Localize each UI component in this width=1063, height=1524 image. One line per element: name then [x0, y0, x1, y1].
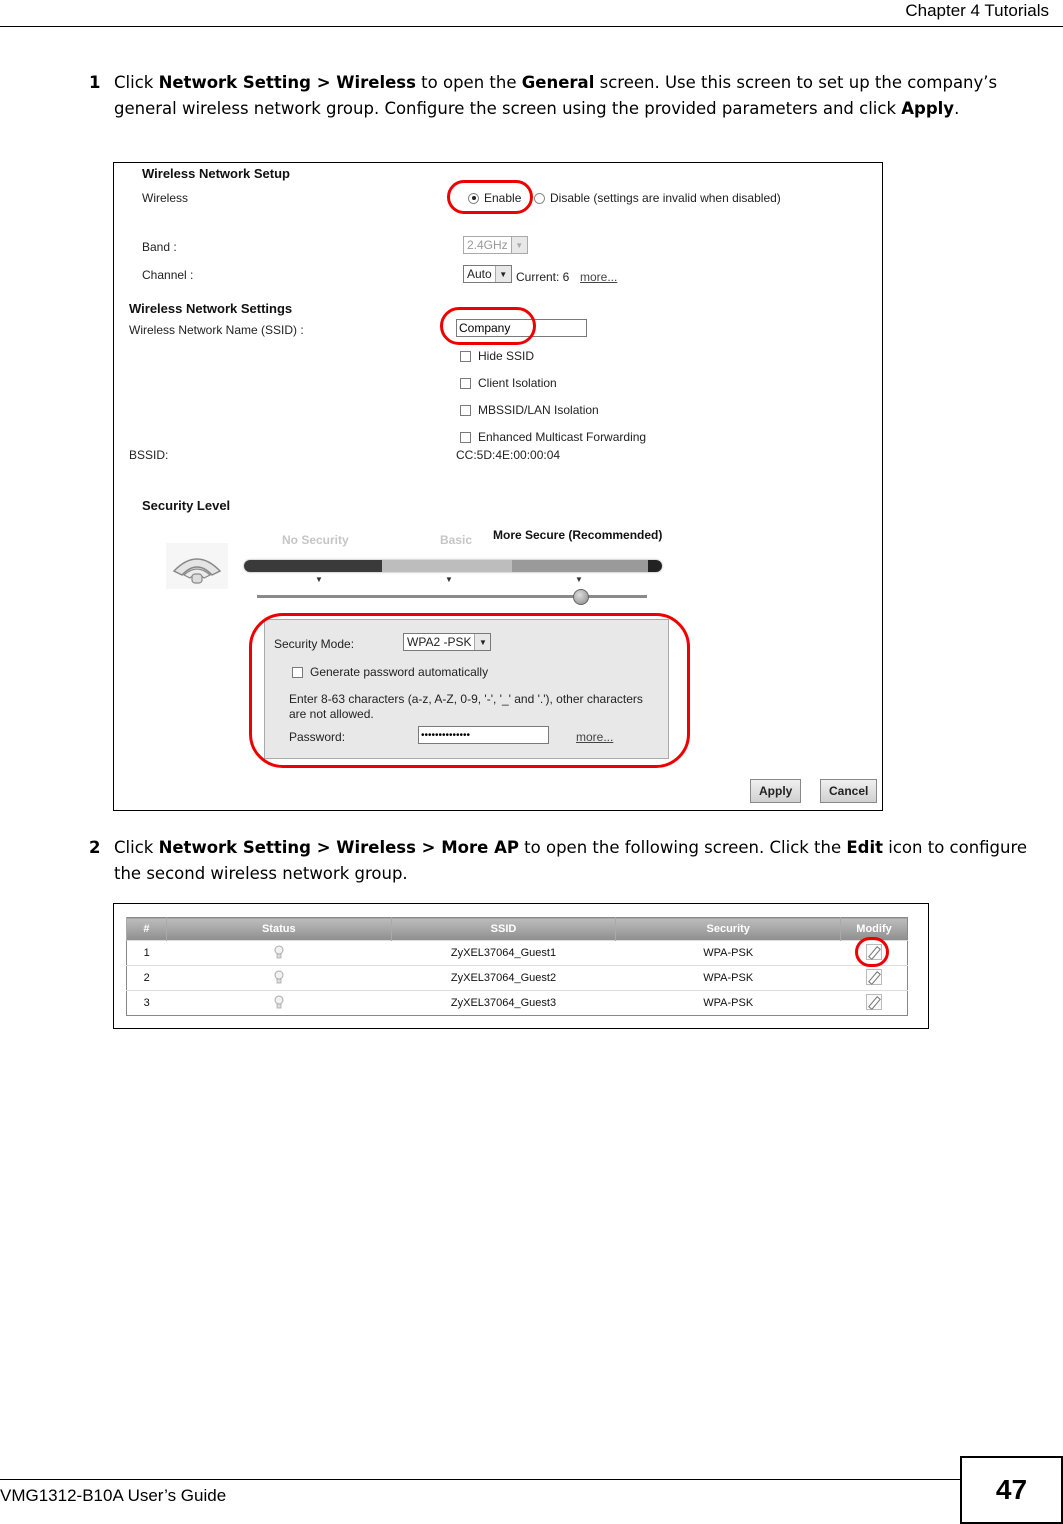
status-cell: [166, 990, 392, 1016]
col-header-ssid: SSID: [390, 917, 616, 941]
page-footer: VMG1312-B10A User’s Guide: [0, 1479, 960, 1505]
section-title-security: Security Level: [142, 498, 231, 513]
highlight-enable: [447, 180, 533, 214]
bssid-label: BSSID:: [129, 448, 169, 462]
bold-term: Network Setting > Wireless: [158, 73, 416, 92]
highlight-edit: [854, 937, 889, 967]
status-cell: [166, 940, 392, 966]
tick-marker-icon: ▼: [315, 575, 323, 584]
option-hide-ssid[interactable]: Hide SSID: [460, 349, 646, 363]
table-header-row: # Status SSID Security Modify: [126, 917, 908, 941]
step-text: Click Network Setting > Wireless > More …: [114, 835, 1049, 887]
highlight-security-panel: [249, 613, 690, 768]
option-mbssid-lan-isolation[interactable]: MBSSID/LAN Isolation: [460, 403, 646, 417]
band-label: Band :: [142, 240, 177, 254]
page-number: 47: [960, 1456, 1063, 1524]
ssid-options: Hide SSID Client Isolation MBSSID/LAN Is…: [460, 349, 646, 444]
checkbox[interactable]: [460, 404, 471, 416]
table-row: 2 ZyXEL37064_Guest2 WPA-PSK: [126, 965, 908, 991]
channel-label: Channel :: [142, 268, 194, 282]
option-enhanced-multicast[interactable]: Enhanced Multicast Forwarding: [460, 430, 646, 444]
wireless-disable-option[interactable]: Disable (settings are invalid when disab…: [534, 191, 781, 205]
current-channel: Current: 6: [516, 270, 570, 284]
table-row: 3 ZyXEL37064_Guest3 WPA-PSK: [126, 990, 908, 1016]
status-bulb-icon: [274, 970, 284, 983]
modify-cell: [840, 990, 908, 1016]
text-run: Click: [114, 838, 159, 857]
security-cell: WPA-PSK: [615, 940, 841, 966]
step-number: 1: [89, 73, 101, 92]
more-ap-screenshot: # Status SSID Security Modify 1 ZyXEL370…: [113, 903, 929, 1029]
section-title-setup: Wireless Network Setup: [142, 166, 290, 181]
more-ap-table: # Status SSID Security Modify 1 ZyXEL370…: [126, 917, 908, 1016]
security-cell: WPA-PSK: [615, 965, 841, 991]
band-select[interactable]: 2.4GHz ▼: [463, 236, 528, 254]
security-cell: WPA-PSK: [615, 990, 841, 1016]
edit-icon[interactable]: [865, 968, 882, 985]
tick-marker-icon: ▼: [575, 575, 583, 584]
bold-term: Edit: [846, 838, 884, 857]
ssid-cell: ZyXEL37064_Guest3: [391, 990, 616, 1016]
apply-button[interactable]: Apply: [750, 779, 802, 803]
cancel-button[interactable]: Cancel: [820, 779, 878, 803]
level-more-secure[interactable]: More Secure (Recommended): [493, 528, 662, 542]
chapter-title: Chapter 4 Tutorials: [905, 1, 1049, 20]
ssid-cell: ZyXEL37064_Guest1: [391, 940, 616, 966]
row-number: 2: [126, 965, 167, 991]
checkbox[interactable]: [460, 431, 471, 443]
security-level-bar: [244, 560, 662, 572]
disable-radio[interactable]: [534, 192, 545, 204]
text-run: to open the: [415, 73, 522, 92]
status-cell: [166, 965, 392, 991]
wireless-security-icon: [166, 543, 228, 589]
channel-select[interactable]: Auto ▼: [463, 265, 512, 283]
text-run: Click: [114, 73, 159, 92]
bold-term: General: [521, 73, 595, 92]
security-slider-knob[interactable]: [573, 589, 589, 605]
status-bulb-icon: [274, 995, 284, 1008]
row-number: 1: [126, 940, 167, 966]
col-header-security: Security: [615, 917, 841, 941]
col-header-status: Status: [165, 917, 392, 941]
ssid-cell: ZyXEL37064_Guest2: [391, 965, 616, 991]
modify-cell: [840, 937, 908, 967]
disable-label: Disable (settings are invalid when disab…: [550, 191, 781, 205]
wireless-label: Wireless: [142, 191, 189, 205]
col-header-num: #: [126, 917, 167, 941]
tick-marker-icon: ▼: [445, 575, 453, 584]
level-no-security[interactable]: No Security: [282, 533, 349, 547]
text-run: to open the following screen. Click the: [518, 838, 847, 857]
ssid-label: Wireless Network Name (SSID) :: [129, 323, 304, 337]
table-row: 1 ZyXEL37064_Guest1 WPA-PSK: [126, 937, 908, 967]
checkbox[interactable]: [460, 350, 471, 362]
status-bulb-icon: [274, 945, 284, 958]
step-text: Click Network Setting > Wireless to open…: [114, 70, 1049, 122]
step-number: 2: [89, 838, 101, 857]
bold-term: Apply: [901, 99, 955, 118]
modify-cell: [840, 965, 908, 991]
row-number: 3: [126, 990, 167, 1016]
checkbox[interactable]: [460, 377, 471, 389]
channel-more-link[interactable]: more...: [580, 270, 617, 284]
wireless-general-screenshot: Wireless Network Setup Wireless Enable D…: [113, 162, 883, 811]
section-title-settings: Wireless Network Settings: [129, 301, 293, 316]
text-run: .: [954, 99, 960, 118]
page-header: Chapter 4 Tutorials: [0, 0, 1063, 27]
chevron-down-icon: ▼: [494, 266, 511, 282]
highlight-ssid: [440, 307, 536, 345]
edit-icon[interactable]: [865, 993, 882, 1010]
bssid-value: CC:5D:4E:00:00:04: [456, 448, 561, 462]
option-client-isolation[interactable]: Client Isolation: [460, 376, 646, 390]
chevron-down-icon: ▼: [510, 237, 527, 253]
level-basic[interactable]: Basic: [440, 533, 472, 547]
bold-term: Network Setting > Wireless > More AP: [158, 838, 519, 857]
guide-title: VMG1312-B10A User’s Guide: [0, 1486, 227, 1505]
